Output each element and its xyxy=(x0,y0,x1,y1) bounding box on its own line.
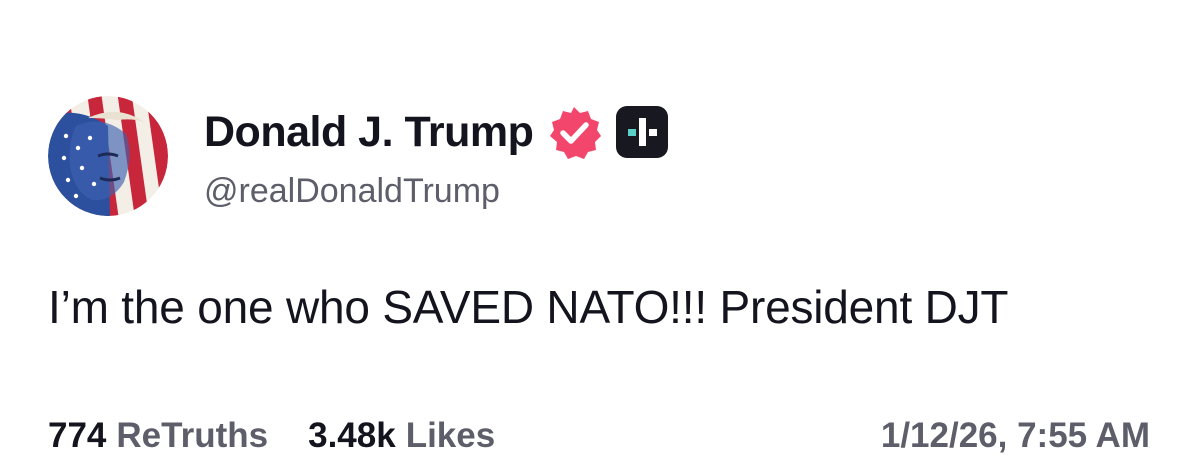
likes-count: 3.48k xyxy=(308,416,396,455)
truth-plus-icon xyxy=(616,106,669,158)
avatar[interactable] xyxy=(48,96,168,216)
retruths-label: ReTruths xyxy=(116,416,269,455)
post-text: I’m the one who SAVED NATO!!! President … xyxy=(48,281,1009,333)
verified-badge-icon xyxy=(550,107,602,159)
likes-stat[interactable]: 3.48k Likes xyxy=(308,416,495,456)
author-display-name[interactable]: Donald J. Trump xyxy=(204,108,534,157)
author-name-row: Donald J. Trump xyxy=(204,104,669,160)
likes-label: Likes xyxy=(405,416,496,455)
retruths-count: 774 xyxy=(48,416,107,455)
retruths-stat[interactable]: 774 ReTruths xyxy=(48,416,268,456)
post-stats: 774 ReTruths 3.48k Likes xyxy=(48,414,535,458)
post-timestamp[interactable]: 1/12/26, 7:55 AM xyxy=(881,414,1150,458)
author-handle[interactable]: @realDonaldTrump xyxy=(204,172,500,211)
flag-portrait-avatar xyxy=(48,96,168,216)
